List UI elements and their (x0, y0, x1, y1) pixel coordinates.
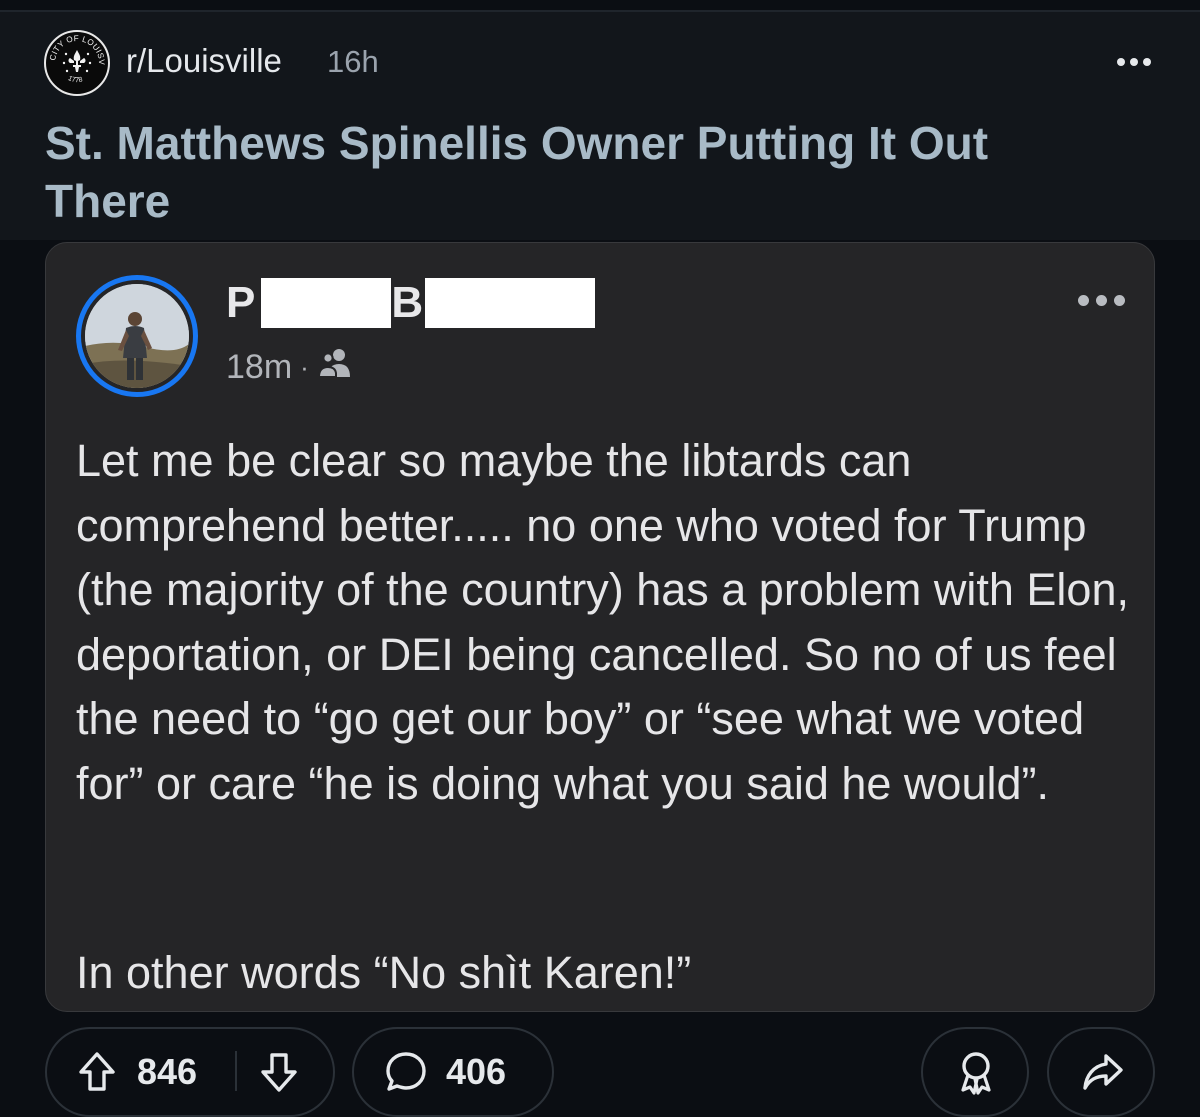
post-meta: 18m · (226, 347, 355, 387)
svg-text:1778: 1778 (67, 75, 83, 84)
meta-separator: · (300, 351, 309, 382)
share-button[interactable] (1047, 1027, 1155, 1117)
comment-bubble-icon (386, 1052, 426, 1091)
post-body: Let me be clear so maybe the libtards ca… (76, 435, 1129, 809)
post-title[interactable]: St. Matthews Spinellis Owner Putting It … (45, 114, 1005, 230)
avatar-story-ring (76, 275, 198, 397)
upvote-button[interactable] (77, 1049, 117, 1095)
author-name[interactable]: P B (226, 277, 596, 329)
share-arrow-icon (1083, 1054, 1123, 1090)
redaction-box (261, 278, 392, 328)
avatar (85, 284, 189, 388)
upvote-count: 846 (137, 1051, 198, 1092)
downvote-button[interactable] (259, 1049, 299, 1095)
subreddit-icon[interactable]: CITY OF LOUISVILLE 1778 (44, 30, 110, 96)
post-age: 16h (327, 44, 379, 79)
vote-control: 846 (45, 1027, 335, 1117)
post-overflow-menu-icon[interactable] (1112, 44, 1156, 80)
city-of-louisville-seal-icon: CITY OF LOUISVILLE 1778 (46, 32, 106, 84)
friends-icon[interactable] (317, 346, 355, 389)
redaction-box (425, 278, 596, 328)
author-last-initial: B (391, 278, 424, 327)
subreddit-name[interactable]: r/Louisville (126, 42, 282, 80)
comment-count: 406 (446, 1051, 507, 1092)
downvote-arrow-icon (261, 1053, 297, 1092)
vote-divider (235, 1051, 237, 1091)
facebook-screenshot[interactable]: P B 18m · Let me be clear so maybe the l… (45, 242, 1155, 1012)
post-time: 18m (226, 347, 293, 386)
award-icon (961, 1052, 991, 1095)
author-first-initial: P (226, 278, 256, 327)
facebook-post-menu-icon[interactable] (1070, 285, 1132, 315)
upvote-arrow-icon (79, 1052, 115, 1091)
seal-year: 1778 (67, 75, 83, 84)
post-body-closing: In other words “No shìt Karen!” (76, 947, 692, 998)
award-button[interactable] (921, 1027, 1029, 1117)
comments-button[interactable]: 406 (352, 1027, 554, 1117)
